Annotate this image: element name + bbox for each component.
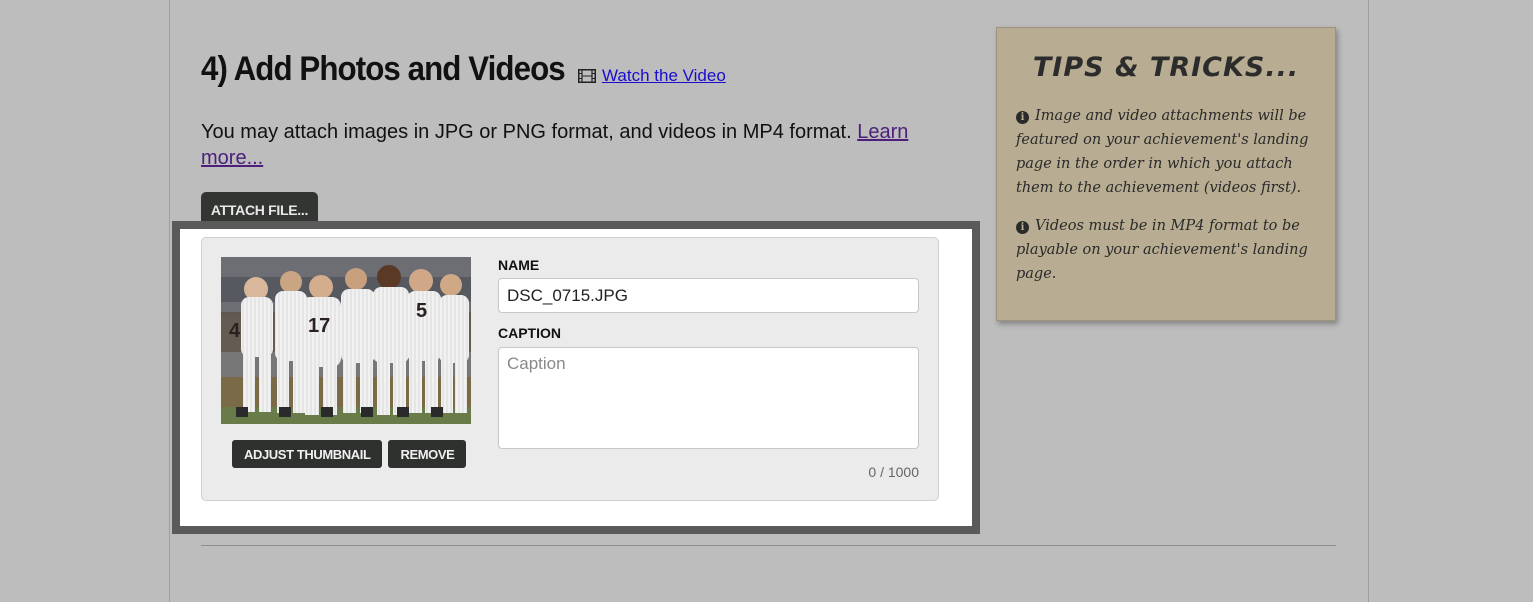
tip-item: i Image and video attachments will be fea… — [1016, 104, 1321, 200]
svg-text:4: 4 — [229, 320, 241, 342]
remove-button[interactable]: REMOVE — [388, 440, 467, 468]
intro-text: You may attach images in JPG or PNG form… — [201, 121, 852, 143]
caption-label: CAPTION — [498, 325, 561, 341]
tip-text: Videos must be in MP4 format to be playa… — [1016, 218, 1308, 282]
attachment-card: 17 5 4 ADJUST THUMBNAIL REMOVE NAME DSC_… — [201, 237, 939, 501]
adjust-thumbnail-button[interactable]: ADJUST THUMBNAIL — [232, 440, 383, 468]
svg-text:5: 5 — [416, 300, 427, 322]
svg-text:17: 17 — [308, 315, 330, 337]
attachments-panel: 17 5 4 ADJUST THUMBNAIL REMOVE NAME DSC_… — [172, 221, 980, 534]
section-divider — [201, 545, 1336, 546]
tips-and-tricks-box: TIPS & TRICKS... i Image and video attach… — [996, 27, 1336, 321]
watch-video-link-group[interactable]: Watch the Video — [578, 66, 726, 86]
tips-title: TIPS & TRICKS... — [1032, 52, 1300, 83]
section-title: 4) Add Photos and Videos — [201, 50, 566, 88]
film-icon — [578, 69, 596, 83]
info-circle-icon: i — [1016, 221, 1029, 234]
info-circle-icon: i — [1016, 111, 1029, 124]
watch-video-link[interactable]: Watch the Video — [602, 66, 726, 86]
name-label: NAME — [498, 257, 540, 273]
caption-char-count: 0 / 1000 — [868, 464, 919, 480]
intro-paragraph: You may attach images in JPG or PNG form… — [201, 119, 961, 171]
thumbnail-actions: ADJUST THUMBNAIL REMOVE — [232, 440, 467, 468]
tip-item: i Videos must be in MP4 format to be play… — [1016, 214, 1321, 286]
caption-textarea[interactable] — [498, 347, 919, 449]
tip-text: Image and video attachments will be feat… — [1016, 108, 1309, 196]
name-input[interactable] — [498, 278, 919, 313]
attachment-thumbnail: 17 5 4 — [221, 257, 471, 424]
